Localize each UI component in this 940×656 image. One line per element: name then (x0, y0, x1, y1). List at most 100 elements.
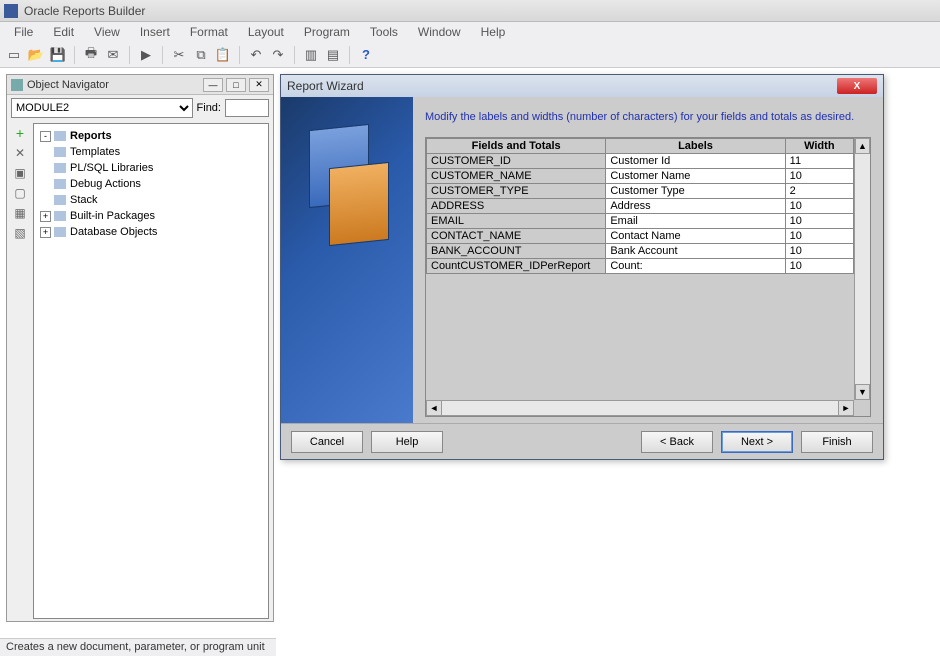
tree-item[interactable]: PL/SQL Libraries (36, 160, 266, 176)
minimize-icon[interactable]: — (203, 78, 223, 92)
report-wizard-dialog: Report Wizard X Modify the labels and wi… (280, 74, 884, 460)
maximize-icon[interactable]: □ (226, 78, 246, 92)
table-row[interactable]: CUSTOMER_IDCustomer Id11 (427, 154, 854, 169)
add-icon[interactable]: + (12, 125, 28, 141)
group2-icon[interactable]: ▧ (12, 225, 28, 241)
find-input[interactable] (225, 99, 269, 117)
cell-width[interactable]: 10 (785, 214, 853, 229)
wizard-close-icon[interactable]: X (837, 78, 877, 94)
table-row[interactable]: ADDRESSAddress10 (427, 199, 854, 214)
paste-icon[interactable]: 📋 (213, 45, 233, 65)
cut-icon[interactable]: ✂ (169, 45, 189, 65)
tree-item[interactable]: + Built-in Packages (36, 208, 266, 224)
cell-label[interactable]: Bank Account (606, 244, 785, 259)
navigator-tree[interactable]: - Reports TemplatesPL/SQL LibrariesDebug A… (33, 123, 269, 619)
back-button[interactable]: < Back (641, 431, 713, 453)
tree-node-icon (54, 147, 66, 157)
tree-node-icon (54, 195, 66, 205)
cell-width[interactable]: 10 (785, 259, 853, 274)
remove-icon[interactable]: ✕ (12, 145, 28, 161)
menu-layout[interactable]: Layout (238, 23, 294, 41)
col-width: Width (785, 139, 853, 154)
next-button[interactable]: Next > (721, 431, 793, 453)
expand-icon[interactable]: ▣ (12, 165, 28, 181)
module-select[interactable]: MODULE2 (11, 98, 193, 118)
table-v-scrollbar[interactable]: ▲ ▼ (854, 138, 870, 400)
table-row[interactable]: CountCUSTOMER_IDPerReportCount:10 (427, 259, 854, 274)
menu-help[interactable]: Help (471, 23, 516, 41)
menu-view[interactable]: View (84, 23, 130, 41)
menu-format[interactable]: Format (180, 23, 238, 41)
fields-table[interactable]: Fields and Totals Labels Width CUSTOMER_… (426, 138, 854, 274)
menu-insert[interactable]: Insert (130, 23, 180, 41)
tree-node-icon (54, 163, 66, 173)
tree-node-icon (54, 131, 66, 141)
mail-icon[interactable]: ✉ (103, 45, 123, 65)
scroll-left-icon[interactable]: ◄ (426, 400, 442, 416)
status-bar: Creates a new document, parameter, or pr… (0, 638, 276, 656)
tree-item[interactable]: Debug Actions (36, 176, 266, 192)
cell-width[interactable]: 11 (785, 154, 853, 169)
cell-label[interactable]: Customer Id (606, 154, 785, 169)
help-button[interactable]: Help (371, 431, 443, 453)
table-row[interactable]: CONTACT_NAMEContact Name10 (427, 229, 854, 244)
cell-label[interactable]: Contact Name (606, 229, 785, 244)
cell-width[interactable]: 10 (785, 244, 853, 259)
close-icon[interactable]: ✕ (249, 78, 269, 92)
tree-expand-icon[interactable]: + (40, 211, 51, 222)
cell-width[interactable]: 2 (785, 184, 853, 199)
copy-icon[interactable]: ⧉ (191, 45, 211, 65)
tree-item-label: Reports (70, 130, 112, 142)
open-icon[interactable]: 📂 (26, 45, 46, 65)
scroll-up-icon[interactable]: ▲ (855, 138, 870, 154)
save-icon[interactable]: 💾 (48, 45, 68, 65)
run-icon[interactable]: ▶ (136, 45, 156, 65)
finish-button[interactable]: Finish (801, 431, 873, 453)
app-title: Oracle Reports Builder (24, 4, 145, 18)
wizard-title: Report Wizard (287, 79, 364, 93)
wizard-titlebar: Report Wizard X (281, 75, 883, 97)
cell-width[interactable]: 10 (785, 199, 853, 214)
find-label: Find: (197, 102, 221, 114)
tree-expand-icon[interactable]: - (40, 131, 51, 142)
tree-item[interactable]: +Database Objects (36, 224, 266, 240)
table-h-scrollbar[interactable]: ◄ ► (426, 400, 854, 416)
redo-icon[interactable]: ↷ (268, 45, 288, 65)
table-row[interactable]: CUSTOMER_NAMECustomer Name10 (427, 169, 854, 184)
cell-label[interactable]: Email (606, 214, 785, 229)
table-row[interactable]: CUSTOMER_TYPECustomer Type2 (427, 184, 854, 199)
cell-label[interactable]: Address (606, 199, 785, 214)
tool2-icon[interactable]: ▤ (323, 45, 343, 65)
scroll-right-icon[interactable]: ► (838, 400, 854, 416)
tree-item[interactable]: - Reports (36, 128, 266, 144)
menu-edit[interactable]: Edit (43, 23, 84, 41)
collapse-icon[interactable]: ▢ (12, 185, 28, 201)
wizard-button-row: Cancel Help < Back Next > Finish (281, 423, 883, 459)
cell-label[interactable]: Customer Name (606, 169, 785, 184)
undo-icon[interactable]: ↶ (246, 45, 266, 65)
cell-field: CountCUSTOMER_IDPerReport (427, 259, 606, 274)
tree-item-label: Built-in Packages (70, 210, 155, 222)
table-row[interactable]: BANK_ACCOUNTBank Account10 (427, 244, 854, 259)
tree-item[interactable]: Templates (36, 144, 266, 160)
menu-window[interactable]: Window (408, 23, 471, 41)
group-icon[interactable]: ▦ (12, 205, 28, 221)
menu-tools[interactable]: Tools (360, 23, 408, 41)
print-icon[interactable]: 🖶 (81, 45, 101, 65)
cell-label[interactable]: Count: (606, 259, 785, 274)
cell-label[interactable]: Customer Type (606, 184, 785, 199)
tree-item[interactable]: Stack (36, 192, 266, 208)
cell-field: CONTACT_NAME (427, 229, 606, 244)
scroll-down-icon[interactable]: ▼ (855, 384, 870, 400)
col-labels: Labels (606, 139, 785, 154)
menu-file[interactable]: File (4, 23, 43, 41)
cell-width[interactable]: 10 (785, 229, 853, 244)
help-icon[interactable]: ? (356, 45, 376, 65)
table-row[interactable]: EMAILEmail10 (427, 214, 854, 229)
tree-expand-icon[interactable]: + (40, 227, 51, 238)
cell-width[interactable]: 10 (785, 169, 853, 184)
tool-icon[interactable]: ▥ (301, 45, 321, 65)
menu-program[interactable]: Program (294, 23, 360, 41)
cancel-button[interactable]: Cancel (291, 431, 363, 453)
new-icon[interactable]: ▭ (4, 45, 24, 65)
